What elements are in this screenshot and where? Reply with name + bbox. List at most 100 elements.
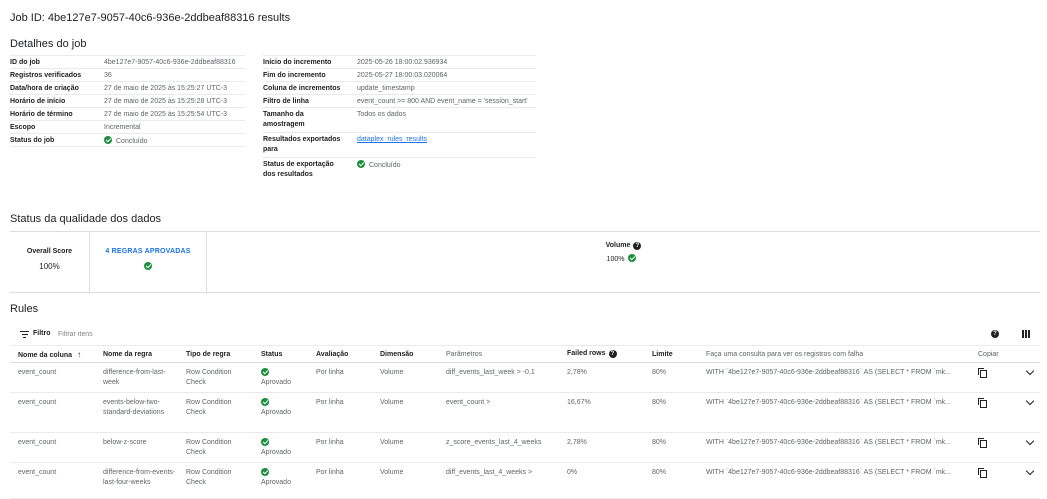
column-header[interactable]: Failed rows? [559,345,644,363]
rules-table: Nome da coluna ↑ Nome da regra Tipo de re… [10,345,1040,499]
quality-summary-card: Overall Score 100% 4 REGRAS APROVADAS Vo… [10,231,1040,294]
row-filter-value: event_count >= 800 AND event_name = 'ses… [357,98,528,105]
cell-rule: difference-from-last-week [95,362,178,393]
detail-label: Resultados exportados para [263,136,341,153]
export-status-value: Concluído [357,160,401,171]
created-value: 27 de maio de 2025 às 15:25:27 UTC-3 [104,85,227,92]
detail-label: Data/hora de criação [10,85,79,92]
detail-row: ID do job 4be127e7-9057-40c6-936e-2ddbea… [10,56,245,69]
copy-icon[interactable] [978,468,987,478]
detail-row: Horário de término 27 de maio de 2025 às… [10,108,245,121]
cell-dimension: Volume [372,362,438,393]
cell-copy [970,392,1015,433]
detail-label: Horário de início [10,98,66,105]
cell-column: event_count [10,362,95,393]
cell-failed-rows: 16,67% [559,392,644,433]
table-row: event_count below-z-score Row Condition … [10,432,1040,463]
cell-eval: Por linha [308,392,372,433]
cell-params: event_count > [438,392,559,433]
cell-eval: Por linha [308,432,372,463]
cell-params: diff_events_last_4_weeks > [438,462,559,499]
help-icon[interactable]: ? [991,330,999,338]
detail-row: Coluna de incrementos update_timestamp [263,82,536,95]
column-header[interactable]: Limite [644,345,698,363]
detail-label: Fim do incremento [263,72,326,79]
column-header: Copiar [970,345,1015,363]
cell-failed-rows: 2,78% [559,362,644,393]
cell-limit: 80% [644,432,698,463]
cell-expand [1015,462,1040,499]
status-text: Aprovado [261,449,291,456]
detail-row: Status do job Concluído [10,134,245,147]
cell-expand [1015,362,1040,393]
column-header: Faça uma consulta para ver os registros … [698,345,970,363]
scope-value: Incremental [104,124,141,131]
cell-query: WITH `4be127e7-9057-40c6-936e-2ddbeaf883… [698,392,970,433]
detail-row: Tamanho da amostragem Todos os dados [263,108,536,133]
cell-column: event_count [10,392,95,433]
cell-copy [970,362,1015,393]
volume-cell: Volume? 100% [207,232,1040,294]
overall-score-cell: Overall Score 100% [10,232,90,294]
cell-dimension: Volume [372,462,438,499]
cell-status: Aprovado [253,392,308,433]
detail-label: Tamanho da amostragem [263,111,305,128]
chevron-down-icon[interactable] [1025,436,1035,446]
cell-type: Row Condition Check [178,462,253,499]
detail-label: Status do job [10,137,55,144]
check-circle-icon [261,468,269,476]
column-header[interactable]: Avaliação [308,345,372,363]
chevron-down-icon[interactable] [1025,396,1035,406]
detail-label: ID do job [10,59,40,66]
detail-label: Status de exportação dos resultados [263,161,334,178]
column-header[interactable]: Tipo de regra [178,345,253,363]
help-icon[interactable]: ? [633,242,642,250]
column-header[interactable]: Status [253,345,308,363]
detail-label: Escopo [10,124,36,131]
export-status-text: Concluído [369,162,401,169]
job-status-text: Concluído [116,138,148,145]
start-time-value: 27 de maio de 2025 às 15:25:28 UTC-3 [104,98,227,105]
detail-label: Registros verificados [10,72,82,79]
rules-passed-link[interactable]: 4 REGRAS APROVADAS [90,248,206,255]
filter-label[interactable]: Filtro [33,330,51,337]
details-title: Detalhes do job [10,38,87,50]
sort-up-arrow-icon[interactable]: ↑ [77,350,81,359]
filter-input[interactable] [58,328,208,340]
cell-column: event_count [10,462,95,499]
column-header[interactable]: Dimensão [372,345,438,363]
detail-row: Filtro de linha event_count >= 800 AND e… [263,95,536,108]
cell-dimension: Volume [372,432,438,463]
overall-score-value: 100% [39,262,60,271]
filter-icon[interactable] [20,331,29,339]
detail-row: Resultados exportados para dataplex_rule… [263,133,536,158]
detail-row: Registros verificados 36 [10,69,245,82]
column-header[interactable]: Parâmetros [438,345,559,363]
help-icon[interactable]: ? [608,350,617,358]
column-header-label: Failed rows [567,350,606,357]
status-text: Aprovado [261,409,291,416]
cell-copy [970,432,1015,463]
cell-query: WITH `4be127e7-9057-40c6-936e-2ddbeaf883… [698,432,970,463]
cell-rule: below-z-score [95,432,178,463]
copy-icon[interactable] [978,368,987,378]
cell-eval: Por linha [308,462,372,499]
chevron-down-icon[interactable] [1025,366,1035,376]
cell-type: Row Condition Check [178,392,253,433]
copy-icon[interactable] [978,438,987,448]
table-row: event_count difference-from-last-week Ro… [10,362,1040,393]
column-header[interactable]: Nome da regra [95,345,178,363]
cell-query: WITH `4be127e7-9057-40c6-936e-2ddbeaf883… [698,462,970,499]
column-display-icon[interactable] [1022,330,1030,338]
status-text: Aprovado [261,479,291,486]
increment-start-value: 2025-05-26 18:00:02.936934 [357,59,448,66]
export-results-link[interactable]: dataplex_rules_results [357,135,427,145]
chevron-down-icon[interactable] [1025,466,1035,476]
detail-label: Filtro de linha [263,98,309,105]
page-title: Job ID: 4be127e7-9057-40c6-936e-2ddbeaf8… [10,12,291,24]
volume-value: 100% [606,256,625,263]
details-right-column: Início do incremento 2025-05-26 18:00:02… [263,55,536,183]
cell-type: Row Condition Check [178,432,253,463]
copy-icon[interactable] [978,398,987,408]
column-header[interactable]: Nome da coluna ↑ [10,345,95,363]
